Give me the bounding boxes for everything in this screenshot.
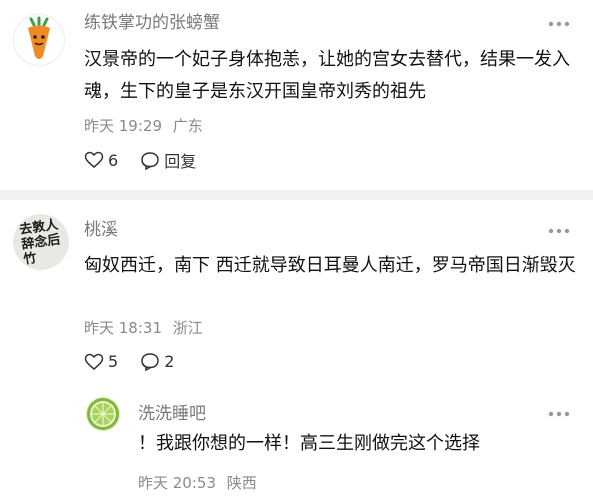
lime-slice-icon [87, 398, 119, 430]
reply-text: ！我跟你想的一样！高三生刚做完这个选择 [138, 433, 480, 454]
comment-actions: 5 2 [84, 352, 196, 371]
timestamp: 昨天 18:31 [84, 319, 162, 337]
location: 浙江 [172, 319, 203, 337]
avatar[interactable]: 去敦人辞念后竹 [13, 214, 69, 270]
username[interactable]: 练铁掌功的张螃蟹 [84, 12, 220, 34]
reply-button[interactable]: 2 [140, 352, 174, 371]
more-options-icon[interactable] [548, 227, 570, 235]
timestamp: 昨天 19:29 [84, 117, 162, 135]
timestamp: 昨天 20:53 [138, 474, 216, 492]
carrot-icon [28, 16, 50, 59]
username[interactable]: 桃溪 [84, 219, 118, 241]
comment-bubble-icon [141, 151, 159, 170]
like-count: 6 [108, 150, 119, 170]
comment-bubble-icon [141, 353, 159, 371]
avatar[interactable] [13, 14, 65, 66]
like-button[interactable]: 5 [84, 352, 118, 371]
location: 陕西 [226, 474, 257, 492]
reply-button[interactable]: 回复 [140, 148, 196, 172]
comment-actions: 6 回复 [84, 148, 218, 172]
location: 广东 [172, 117, 203, 135]
more-options-icon[interactable] [548, 410, 570, 418]
like-button[interactable]: 6 [84, 151, 118, 170]
comment-meta: 昨天 18:31 浙江 [84, 318, 209, 338]
like-count: 5 [108, 352, 119, 371]
heart-icon [84, 353, 104, 370]
comment-meta: 昨天 19:29 广东 [84, 116, 209, 136]
reply-meta: 昨天 20:53 陕西 [138, 473, 263, 493]
more-options-icon[interactable] [548, 20, 570, 28]
section-divider [0, 190, 593, 200]
username[interactable]: 洗洗睡吧 [138, 403, 206, 425]
heart-icon [84, 151, 104, 168]
comment-text: 匈奴西迁，南下 西迁就导致日耳曼人南迁，罗马帝国日渐毁灭 [84, 255, 576, 276]
comment-text: 汉景帝的一个妃子身体抱恙，让她的宫女去替代，结果一发入魂，生下的皇子是东汉开国皇… [84, 49, 570, 102]
avatar-calligraphy: 去敦人辞念后竹 [18, 217, 62, 268]
avatar[interactable] [86, 397, 120, 431]
reply-label: 回复 [164, 152, 197, 171]
reply-count: 2 [164, 352, 175, 371]
